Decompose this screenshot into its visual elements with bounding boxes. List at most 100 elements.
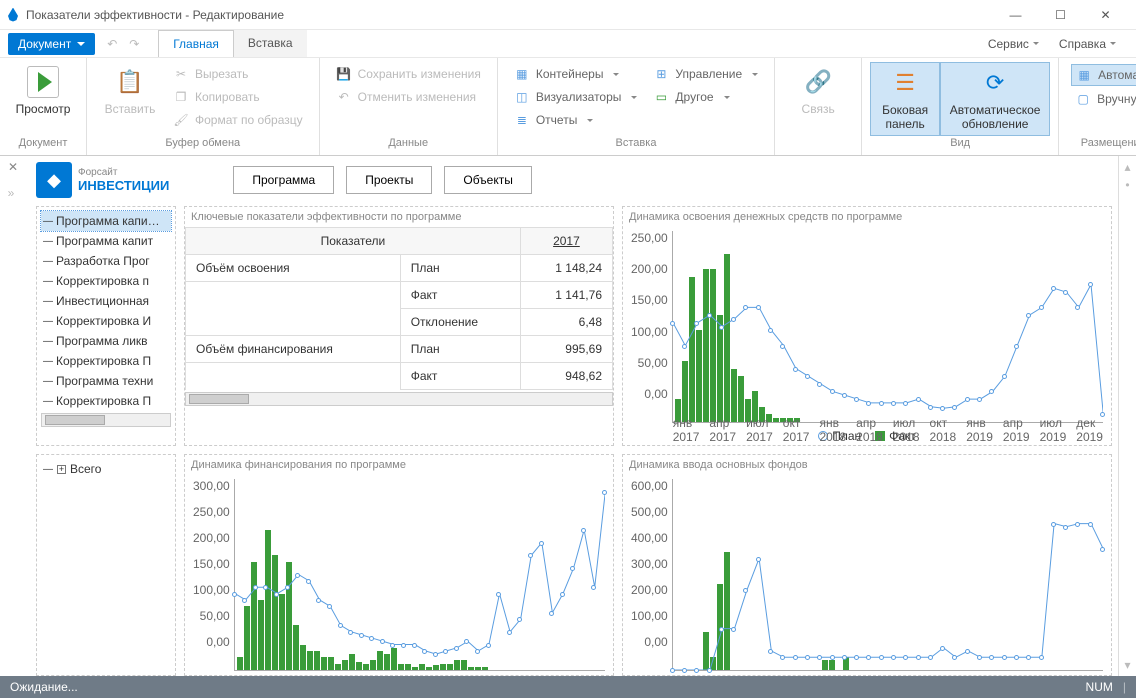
cut-button[interactable]: ✂Вырезать xyxy=(169,64,307,84)
tree-item[interactable]: Инвестиционная xyxy=(41,291,171,311)
status-num: NUM xyxy=(1086,680,1113,694)
logo-icon: ◆ xyxy=(36,162,72,198)
scrollbar[interactable] xyxy=(41,413,171,427)
refresh-icon: ⟳ xyxy=(979,67,1011,99)
undo-changes-button[interactable]: ↶Отменить изменения xyxy=(332,87,485,107)
maximize-button[interactable]: ☐ xyxy=(1038,0,1083,30)
menu-service[interactable]: Сервис xyxy=(980,33,1047,55)
copy-icon: ❐ xyxy=(173,89,189,105)
tree-item[interactable]: Корректировка П xyxy=(41,391,171,411)
clipboard-icon: 📋 xyxy=(114,66,146,98)
tree-item[interactable]: Корректировка П xyxy=(41,351,171,371)
tree-item[interactable]: Разработка Прог xyxy=(41,251,171,271)
save-changes-button[interactable]: 💾Сохранить изменения xyxy=(332,64,485,84)
kpi-col-year[interactable]: 2017 xyxy=(520,228,612,255)
program-tree: Программа капи…Программа капитРазработка… xyxy=(36,206,176,446)
dot-icon: • xyxy=(1125,178,1129,192)
table-row: Отклонение6,48 xyxy=(186,309,613,336)
expand-icon[interactable]: » xyxy=(8,186,15,200)
autoupdate-toggle[interactable]: ⟳ Автоматическое обновление xyxy=(940,62,1050,136)
link-icon: 🔗 xyxy=(802,66,834,98)
table-row: Объём освоенияПлан1 148,24 xyxy=(186,255,613,282)
scissors-icon: ✂ xyxy=(173,66,189,82)
reports-dropdown[interactable]: ≣Отчеты xyxy=(510,110,642,130)
chart-fin: Динамика финансирования по программе 300… xyxy=(184,454,614,676)
redo-icon[interactable]: ↷ xyxy=(125,35,143,53)
containers-dropdown[interactable]: ▦Контейнеры xyxy=(510,64,642,84)
expand-plus-icon[interactable]: + xyxy=(57,465,66,474)
tree-item-all[interactable]: +Всего xyxy=(41,459,171,479)
group-label-clipboard: Буфер обмена xyxy=(95,137,311,151)
save-icon: 💾 xyxy=(336,66,352,82)
tree-item[interactable]: Программа техни xyxy=(41,371,171,391)
titlebar: Показатели эффективности - Редактировани… xyxy=(0,0,1136,30)
document-menu[interactable]: Документ xyxy=(8,33,95,55)
kpi-col-indicators: Показатели xyxy=(186,228,521,255)
right-gutter: ▴ • ▾ xyxy=(1118,156,1136,676)
group-label-view: Вид xyxy=(870,137,1050,151)
menu-help[interactable]: Справка xyxy=(1051,33,1124,55)
controls-icon: ⊞ xyxy=(653,66,669,82)
tree-item[interactable]: Корректировка п xyxy=(41,271,171,291)
grid-icon: ▦ xyxy=(514,66,530,82)
sidebar-icon: ☰ xyxy=(889,67,921,99)
layout-auto[interactable]: ▦Автоматическое xyxy=(1071,64,1136,86)
visualizers-dropdown[interactable]: ◫Визуализаторы xyxy=(510,87,642,107)
table-row: Факт948,62 xyxy=(186,363,613,390)
play-icon xyxy=(27,66,59,98)
preview-button[interactable]: Просмотр xyxy=(8,62,78,120)
app-icon xyxy=(8,8,18,22)
window-title: Показатели эффективности - Редактировани… xyxy=(26,8,993,22)
table-row: Факт1 141,76 xyxy=(186,282,613,309)
tree-item[interactable]: Программа ликв xyxy=(41,331,171,351)
tree-item[interactable]: Программа капит xyxy=(41,231,171,251)
undo-icon[interactable]: ↶ xyxy=(103,35,121,53)
chart-icon: ◫ xyxy=(514,89,530,105)
chart-title: Динамика финансирования по программе xyxy=(185,455,613,475)
chevron-down-icon[interactable]: ▾ xyxy=(1124,658,1130,672)
other-icon: ▭ xyxy=(653,89,669,105)
link-button[interactable]: 🔗 Связь xyxy=(783,62,853,120)
group-label-link xyxy=(783,137,853,151)
document-area: ✕ » ◆ ФорсайтИНВЕСТИЦИИ Программа Проект… xyxy=(0,156,1136,676)
tree-item[interactable]: Корректировка И xyxy=(41,311,171,331)
group-label-document: Документ xyxy=(8,137,78,151)
paste-button[interactable]: 📋 Вставить xyxy=(95,62,165,120)
status-text: Ожидание... xyxy=(10,680,78,694)
brush-icon: 🖌 xyxy=(173,112,189,128)
chart-title: Динамика ввода основных фондов xyxy=(623,455,1111,475)
scrollbar[interactable] xyxy=(185,392,613,406)
nav-program[interactable]: Программа xyxy=(233,166,334,194)
tab-close-icon[interactable]: ✕ xyxy=(0,156,30,178)
tab-insert[interactable]: Вставка xyxy=(234,30,307,57)
ribbon: Просмотр Документ 📋 Вставить ✂Вырезать ❐… xyxy=(0,58,1136,156)
sidebar-toggle[interactable]: ☰ Боковая панель xyxy=(870,62,940,136)
copy-button[interactable]: ❐Копировать xyxy=(169,87,307,107)
format-painter-button[interactable]: 🖌Формат по образцу xyxy=(169,110,307,130)
group-label-insert: Вставка xyxy=(506,137,766,151)
group-label-data: Данные xyxy=(328,137,489,151)
tree-item[interactable]: Программа капи… xyxy=(41,211,171,231)
kpi-panel: Ключевые показатели эффективности по про… xyxy=(184,206,614,446)
tab-main[interactable]: Главная xyxy=(158,30,234,57)
chart-title: Динамика освоения денежных средств по пр… xyxy=(623,207,1111,227)
chart-cash: Динамика освоения денежных средств по пр… xyxy=(622,206,1112,446)
layout-manual[interactable]: ▢Вручную xyxy=(1071,89,1136,109)
table-row: Объём финансированияПлан995,69 xyxy=(186,336,613,363)
kpi-table: Показатели2017 Объём освоенияПлан1 148,2… xyxy=(185,227,613,390)
summary-tree: +Всего xyxy=(36,454,176,676)
close-button[interactable]: ✕ xyxy=(1083,0,1128,30)
statusbar: Ожидание... NUM | xyxy=(0,676,1136,698)
undo-icon: ↶ xyxy=(336,89,352,105)
minimize-button[interactable]: — xyxy=(993,0,1038,30)
control-dropdown[interactable]: ⊞Управление xyxy=(649,64,762,84)
nav-objects[interactable]: Объекты xyxy=(444,166,532,194)
chevron-up-icon[interactable]: ▴ xyxy=(1124,160,1130,174)
chart-fund: Динамика ввода основных фондов 600,00500… xyxy=(622,454,1112,676)
other-dropdown[interactable]: ▭Другое xyxy=(649,87,762,107)
auto-layout-icon: ▦ xyxy=(1076,67,1092,83)
menu-row: Документ ↶ ↷ Главная Вставка Сервис Спра… xyxy=(0,30,1136,58)
kpi-title: Ключевые показатели эффективности по про… xyxy=(185,207,613,227)
manual-layout-icon: ▢ xyxy=(1075,91,1091,107)
nav-projects[interactable]: Проекты xyxy=(346,166,432,194)
